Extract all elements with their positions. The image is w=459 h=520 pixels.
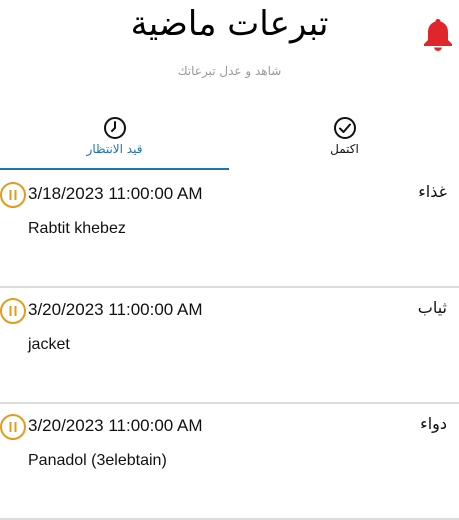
clock-icon bbox=[103, 117, 126, 139]
donation-card[interactable]: 3/20/2023 11:00:00 AM دواء Panadol (3ele… bbox=[0, 404, 459, 520]
donation-category: دواء bbox=[420, 414, 447, 433]
page-title: تبرعات ماضية bbox=[130, 4, 329, 44]
donation-item: Rabtit khebez bbox=[28, 220, 126, 237]
tab-label-completed: اكتمل bbox=[330, 142, 359, 156]
donation-card[interactable]: 3/18/2023 11:00:00 AM غذاء Rabtit khebez bbox=[0, 172, 459, 288]
donation-list: 3/18/2023 11:00:00 AM غذاء Rabtit khebez… bbox=[0, 172, 459, 520]
header: تبرعات ماضية شاهد و عدل تبرعاتك bbox=[0, 0, 459, 120]
donation-date: 3/20/2023 11:00:00 AM bbox=[28, 300, 203, 319]
pause-icon bbox=[0, 298, 26, 324]
tab-pending[interactable]: قيد الانتظار bbox=[0, 110, 229, 170]
donation-item: Panadol (3elebtain) bbox=[28, 452, 167, 469]
donation-date: 3/20/2023 11:00:00 AM bbox=[28, 416, 203, 435]
donation-category: غذاء bbox=[418, 182, 447, 201]
check-circle-icon bbox=[333, 117, 356, 139]
tab-completed[interactable]: اكتمل bbox=[230, 110, 459, 170]
donation-category: ثياب bbox=[417, 298, 447, 317]
donation-date: 3/18/2023 11:00:00 AM bbox=[28, 184, 203, 203]
page-subtitle: شاهد و عدل تبرعاتك bbox=[177, 64, 282, 78]
tab-indicator bbox=[0, 168, 229, 170]
donation-item: jacket bbox=[28, 336, 70, 353]
tab-bar: قيد الانتظار اكتمل bbox=[0, 110, 459, 172]
donation-card[interactable]: 3/20/2023 11:00:00 AM ثياب jacket bbox=[0, 288, 459, 404]
bell-icon[interactable] bbox=[420, 16, 456, 52]
pause-icon bbox=[0, 414, 26, 440]
tab-label-pending: قيد الانتظار bbox=[86, 142, 143, 156]
pause-icon bbox=[0, 182, 26, 208]
